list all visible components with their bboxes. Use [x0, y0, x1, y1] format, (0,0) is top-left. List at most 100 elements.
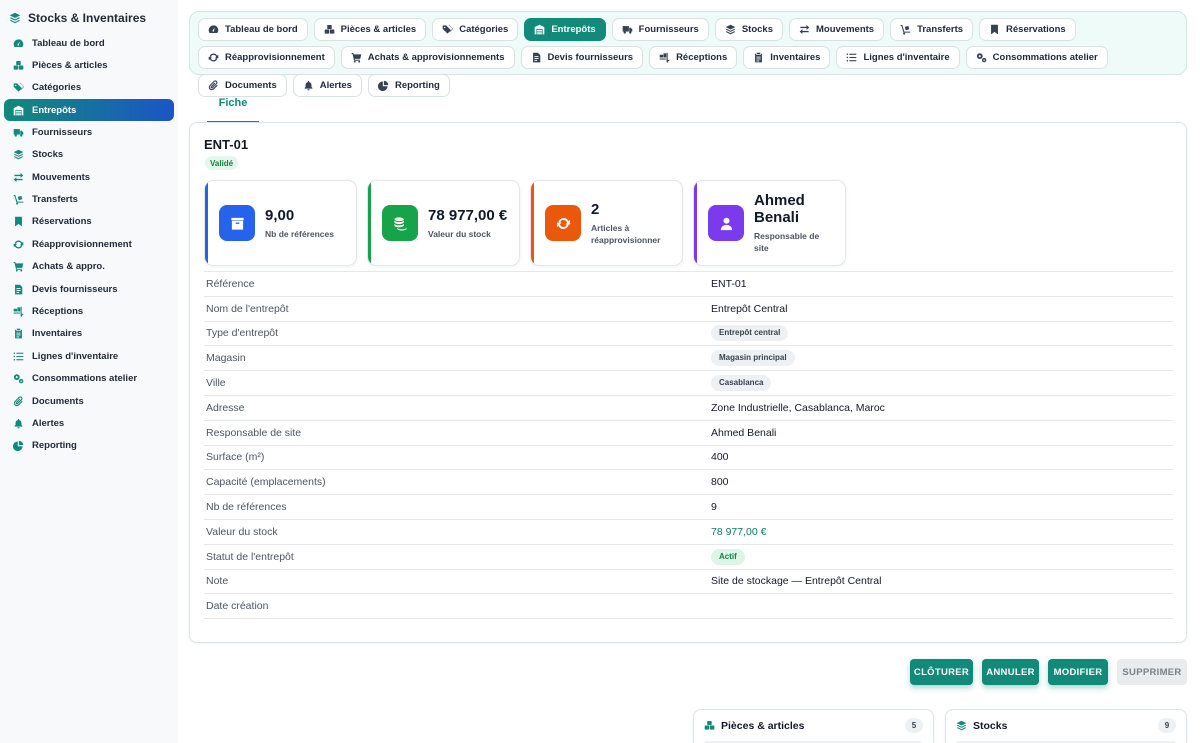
bell-icon	[13, 418, 24, 429]
sidebar-item-label: Documents	[32, 395, 84, 407]
sidebar-item-label: Réservations	[32, 216, 92, 228]
tab-label: Reporting	[394, 80, 440, 91]
sidebar-item-achats-appro[interactable]: Achats & appro.	[4, 256, 174, 278]
tab-label: Consommations atelier	[992, 52, 1098, 63]
field-value: Ahmed Benali	[711, 426, 777, 439]
record-title: ENT-01	[204, 137, 249, 152]
sidebar-item-reservations[interactable]: Réservations	[4, 211, 174, 233]
kpi-value: 9,00	[265, 206, 295, 224]
tab-fiche[interactable]: Fiche	[207, 88, 259, 123]
sidebar-item-label: Tableau de bord	[32, 37, 105, 49]
tab-transferts[interactable]: Transferts	[890, 18, 974, 41]
list-icon	[846, 52, 857, 63]
tab-reporting[interactable]: Reporting	[367, 74, 450, 97]
tab-tableau-de-bord[interactable]: Tableau de bord	[198, 18, 308, 41]
kpi-label: Articles à réapprovisionner	[591, 222, 661, 245]
sidebar-item-fournisseurs[interactable]: Fournisseurs	[4, 121, 174, 143]
edit-button[interactable]: MODIFIER	[1048, 659, 1108, 685]
sidebar-item-label: Catégories	[32, 82, 82, 94]
delete-button[interactable]: SUPPRIMER	[1117, 659, 1187, 685]
field-value-container: Magasin principal	[711, 350, 795, 367]
sidebar-item-alertes[interactable]: Alertes	[4, 412, 174, 434]
field-row: Responsable de site Ahmed Benali	[204, 421, 1173, 446]
field-value: 9	[711, 501, 717, 514]
field-label: Ville	[206, 377, 226, 390]
field-label: Surface (m²)	[206, 451, 265, 464]
field-row: Date création	[204, 594, 1173, 620]
tab-alertes[interactable]: Alertes	[292, 74, 362, 97]
field-chip: Actif	[711, 548, 745, 565]
sidebar-item-reporting[interactable]: Reporting	[4, 435, 174, 457]
tab-label: Réservations	[1006, 24, 1066, 35]
tab-achats-approvisionnements[interactable]: Achats & approvisionnements	[340, 46, 515, 69]
sidebar-item-transferts[interactable]: Transferts	[4, 188, 174, 210]
tab-entrepots[interactable]: Entrepôts	[524, 18, 606, 41]
tags-icon	[442, 24, 454, 35]
sidebar-item-label: Entrepôts	[32, 104, 77, 116]
sidebar-item-consommations-atelier[interactable]: Consommations atelier	[4, 367, 174, 389]
field-value-container: Casablanca	[711, 375, 772, 392]
sidebar-item-pieces-articles[interactable]: Pièces & articles	[4, 54, 174, 76]
sidebar-item-entrepots[interactable]: Entrepôts	[4, 99, 174, 122]
bookmark-icon	[13, 216, 24, 227]
tab-pieces-articles[interactable]: Pièces & articles	[313, 18, 427, 41]
tab-label: Fournisseurs	[638, 24, 699, 35]
sidebar-item-reapprovisionnement[interactable]: Réapprovisionnement	[4, 233, 174, 255]
field-value: 800	[711, 476, 729, 489]
field-label: Type d'entrepôt	[206, 327, 279, 340]
tab-fournisseurs[interactable]: Fournisseurs	[611, 18, 709, 41]
sidebar-item-label: Mouvements	[32, 171, 91, 183]
close-button[interactable]: CLÔTURER	[910, 659, 973, 685]
count-badge: 5	[905, 718, 923, 733]
sidebar-item-stocks[interactable]: Stocks	[4, 144, 174, 166]
kpi-value: 2	[591, 200, 600, 218]
cancel-button[interactable]: ANNULER	[982, 659, 1039, 685]
sidebar-item-tableau-de-bord[interactable]: Tableau de bord	[4, 32, 174, 54]
tab-categories[interactable]: Catégories	[432, 18, 519, 41]
kpi-card: 9,00 Nb de références	[204, 180, 357, 266]
tab-label: Réceptions	[676, 52, 728, 63]
file-invoice-icon	[531, 52, 542, 63]
sidebar-item-documents[interactable]: Documents	[4, 390, 174, 412]
tab-reservations[interactable]: Réservations	[979, 18, 1076, 41]
field-value-container: Zone Industrielle, Casablanca, Maroc	[711, 402, 885, 414]
tab-label: Inventaires	[770, 52, 821, 63]
tab-label: Transferts	[917, 24, 964, 35]
bell-icon	[303, 80, 314, 91]
sidebar-item-label: Stocks	[32, 149, 64, 161]
arrows-icon	[799, 24, 810, 35]
tab-receptions[interactable]: Réceptions	[649, 46, 738, 69]
tab-inventaires[interactable]: Inventaires	[743, 46, 831, 69]
tab-devis-fournisseurs[interactable]: Devis fournisseurs	[520, 46, 644, 69]
tab-lignes-d-inventaire[interactable]: Lignes d'inventaire	[836, 46, 960, 69]
sidebar-item-categories[interactable]: Catégories	[4, 77, 174, 99]
arrows-icon	[13, 172, 24, 183]
sidebar-item-devis-fournisseurs[interactable]: Devis fournisseurs	[4, 278, 174, 300]
field-value-container: 9	[711, 501, 717, 513]
sidebar-item-mouvements[interactable]: Mouvements	[4, 166, 174, 188]
tab-label: Réapprovisionnement	[225, 52, 325, 63]
app-brand[interactable]: Stocks & Inventaires	[0, 0, 178, 26]
sidebar-item-label: Reporting	[32, 440, 77, 452]
sidebar-item-inventaires[interactable]: Inventaires	[4, 323, 174, 345]
tab-consommations-atelier[interactable]: Consommations atelier	[965, 46, 1108, 69]
related-card-pieces-articles[interactable]: Pièces & articles 5	[693, 709, 934, 743]
tab-mouvements[interactable]: Mouvements	[789, 18, 885, 41]
sidebar: Stocks & Inventaires Tableau de bord Pièc…	[0, 0, 178, 743]
tab-label: Devis fournisseurs	[547, 52, 634, 63]
sidebar-item-receptions[interactable]: Réceptions	[4, 300, 174, 322]
field-value-container: 400	[711, 451, 729, 463]
field-label: Valeur du stock	[206, 525, 278, 538]
tab-reapprovisionnement[interactable]: Réapprovisionnement	[198, 46, 335, 69]
record-card: ENT-01 Validé 9,00 Nb de références 78 977…	[189, 122, 1187, 643]
field-label: Adresse	[206, 401, 245, 414]
field-chip: Casablanca	[711, 375, 772, 392]
dolly-icon	[900, 24, 911, 35]
sync-icon	[208, 52, 219, 63]
paperclip-icon	[13, 395, 24, 407]
tab-stocks[interactable]: Stocks	[714, 18, 783, 41]
field-row: Nb de références 9	[204, 495, 1173, 520]
field-row: Référence ENT-01	[204, 272, 1173, 297]
related-card-stocks[interactable]: Stocks 9	[945, 709, 1187, 743]
sidebar-item-lignes-d-inventaire[interactable]: Lignes d'inventaire	[4, 345, 174, 367]
